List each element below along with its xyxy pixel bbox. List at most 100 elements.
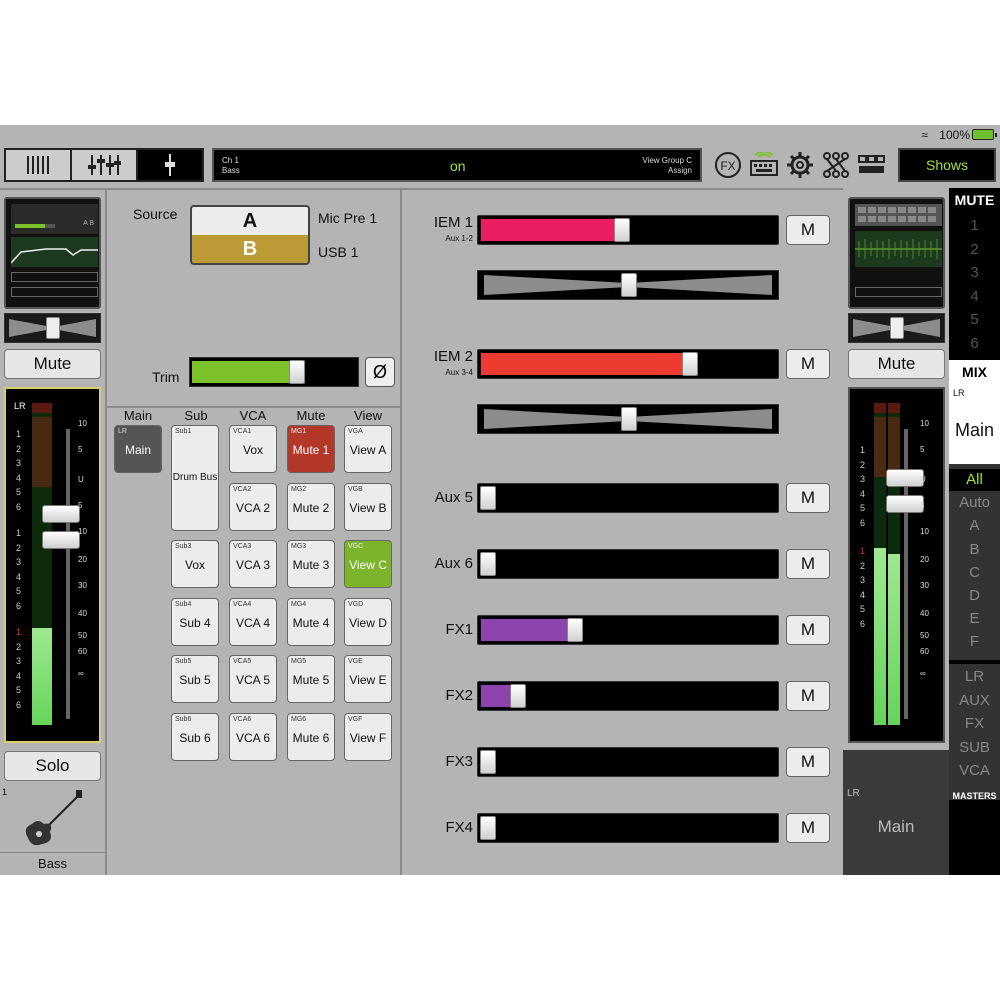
send-fader-cap[interactable] — [510, 684, 527, 708]
layout-icon[interactable] — [857, 150, 887, 180]
view-group-button[interactable]: VGE View E — [344, 655, 392, 703]
sub-assign-button[interactable]: Sub4 Sub 4 — [171, 598, 219, 646]
mute-group-button[interactable]: MG5 Mute 5 — [287, 655, 335, 703]
send-fader[interactable] — [477, 215, 779, 245]
send-mute-button[interactable]: M — [786, 615, 830, 645]
send-fader-cap[interactable] — [480, 486, 496, 510]
fader-cap[interactable] — [42, 505, 80, 523]
mute-group-number[interactable]: 5 — [949, 311, 1000, 328]
send-fader-cap[interactable] — [480, 816, 496, 840]
send-mute-button[interactable]: M — [786, 813, 830, 843]
mute-group-number[interactable]: 1 — [949, 217, 1000, 234]
view-filter-item[interactable]: E — [949, 608, 1000, 630]
vca-assign-button[interactable]: VCA6 VCA 6 — [229, 713, 277, 761]
send-pan-knob[interactable] — [621, 407, 637, 431]
layer-item[interactable]: VCA — [949, 762, 1000, 779]
vca-assign-button[interactable]: VCA2 VCA 2 — [229, 483, 277, 531]
mute-group-number[interactable]: 2 — [949, 241, 1000, 258]
master-fader-cap-secondary[interactable] — [886, 495, 924, 513]
shows-button[interactable]: Shows — [898, 148, 996, 182]
master-pan-knob[interactable] — [890, 317, 904, 339]
view-filter-item[interactable]: D — [949, 585, 1000, 607]
send-fader[interactable] — [477, 349, 779, 379]
send-mute-button[interactable]: M — [786, 747, 830, 777]
view-group-button[interactable]: VGB View B — [344, 483, 392, 531]
mute-group-button[interactable]: MG2 Mute 2 — [287, 483, 335, 531]
vca-assign-button[interactable]: VCA1 Vox — [229, 425, 277, 473]
view-group-button[interactable]: VGC View C — [344, 540, 392, 588]
master-mute-button[interactable]: Mute — [848, 349, 945, 379]
send-pan-control[interactable] — [477, 270, 779, 300]
send-mute-button[interactable]: M — [786, 483, 830, 513]
vca-assign-button[interactable]: VCA4 VCA 4 — [229, 598, 277, 646]
fader-cap-secondary[interactable] — [42, 531, 80, 549]
layer-item[interactable]: SUB — [949, 739, 1000, 756]
send-fader-cap[interactable] — [480, 552, 496, 576]
mute-group-button[interactable]: MG1 Mute 1 — [287, 425, 335, 473]
pan-knob[interactable] — [46, 317, 60, 339]
source-b-button[interactable]: B — [190, 235, 310, 265]
send-fader-cap[interactable] — [614, 218, 631, 242]
send-mute-button[interactable]: M — [786, 215, 830, 245]
mute-group-number[interactable]: 3 — [949, 264, 1000, 281]
trim-knob[interactable] — [288, 360, 305, 384]
sub-assign-button[interactable]: Sub6 Sub 6 — [171, 713, 219, 761]
send-fader[interactable] — [477, 681, 779, 711]
view-filter-item[interactable]: A — [949, 515, 1000, 537]
send-fader-cap[interactable] — [480, 750, 496, 774]
channel-fader[interactable]: LR 10 5 U 5 10 20 30 40 50 60 ∞ 1 2 3 4 5 6 1 2 3 4 5 6 1 2 3 4 5 6 — [4, 387, 101, 743]
master-bus-selector[interactable]: LR Main — [843, 750, 949, 875]
channel-overview[interactable]: A B — [4, 197, 101, 309]
vca-assign-button[interactable]: VCA5 VCA 5 — [229, 655, 277, 703]
view-filter-item[interactable]: F — [949, 631, 1000, 653]
master-pan-control[interactable] — [848, 313, 945, 343]
phase-invert-button[interactable]: Ø — [365, 357, 395, 387]
view-group-button[interactable]: VGA View A — [344, 425, 392, 473]
sub-assign-button[interactable]: Sub1 Drum Bus — [171, 425, 219, 531]
fx-icon[interactable]: FX — [713, 150, 743, 180]
master-fader[interactable]: 10 5 U 5 10 20 30 40 50 60 ∞ 1 2 3 4 5 6 1 2 3 4 5 6 — [848, 387, 945, 743]
send-mute-button[interactable]: M — [786, 349, 830, 379]
trim-slider[interactable] — [189, 357, 359, 387]
send-fader[interactable] — [477, 747, 779, 777]
vca-assign-button[interactable]: VCA3 VCA 3 — [229, 540, 277, 588]
layer-item[interactable]: FX — [949, 715, 1000, 732]
gear-icon[interactable] — [785, 150, 815, 180]
master-overview[interactable] — [848, 197, 945, 309]
send-fader[interactable] — [477, 615, 779, 645]
mute-group-button[interactable]: MG6 Mute 6 — [287, 713, 335, 761]
layer-item[interactable]: LR — [949, 668, 1000, 685]
send-mute-button[interactable]: M — [786, 681, 830, 711]
master-fader-cap[interactable] — [886, 469, 924, 487]
pan-control[interactable] — [4, 313, 101, 343]
send-fader-cap[interactable] — [682, 352, 699, 376]
send-pan-knob[interactable] — [621, 273, 637, 297]
single-fader-icon[interactable] — [138, 150, 202, 180]
send-fader[interactable] — [477, 813, 779, 843]
mute-group-button[interactable]: MG3 Mute 3 — [287, 540, 335, 588]
routing-icon[interactable] — [821, 150, 851, 180]
view-filter-item[interactable]: B — [949, 539, 1000, 561]
mute-group-number[interactable]: 6 — [949, 335, 1000, 352]
main-assign-button[interactable]: LR Main — [114, 425, 162, 473]
mixer-view-icon[interactable] — [6, 150, 72, 180]
send-fader[interactable] — [477, 483, 779, 513]
channel-info-bar[interactable]: Ch 1 Bass on View Group C Assign — [212, 148, 702, 182]
view-filter-item[interactable]: All — [949, 469, 1000, 491]
mute-group-number[interactable]: 4 — [949, 288, 1000, 305]
view-filter-item[interactable]: C — [949, 562, 1000, 584]
layer-item[interactable]: AUX — [949, 692, 1000, 709]
view-group-button[interactable]: VGD View D — [344, 598, 392, 646]
send-fader[interactable] — [477, 549, 779, 579]
solo-button[interactable]: Solo — [4, 751, 101, 781]
keyboard-icon[interactable] — [749, 150, 779, 180]
source-a-button[interactable]: A — [190, 205, 310, 235]
mix-bus-panel[interactable]: LR Main — [949, 384, 1000, 464]
send-fader-cap[interactable] — [566, 618, 583, 642]
mute-button[interactable]: Mute — [4, 349, 101, 379]
sub-assign-button[interactable]: Sub3 Vox — [171, 540, 219, 588]
send-pan-control[interactable] — [477, 404, 779, 434]
sub-assign-button[interactable]: Sub5 Sub 5 — [171, 655, 219, 703]
view-filter-item[interactable]: Auto — [949, 492, 1000, 514]
view-group-button[interactable]: VGF View F — [344, 713, 392, 761]
